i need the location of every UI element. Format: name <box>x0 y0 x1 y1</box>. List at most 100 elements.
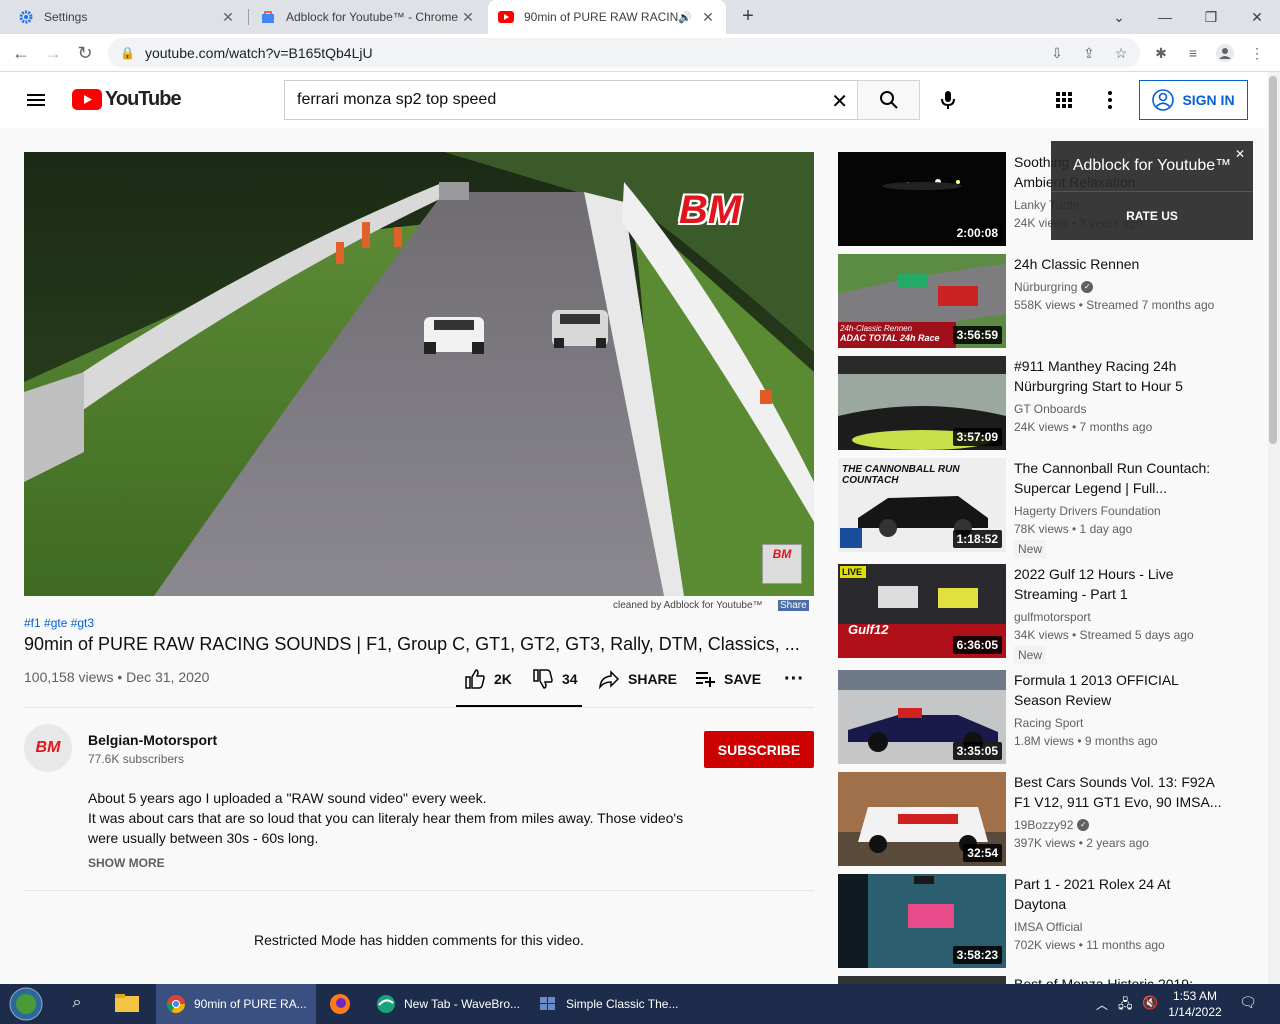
recommendation-meta: 702K views • 11 months ago <box>1014 938 1165 952</box>
system-clock[interactable]: 1:53 AM 1/14/2022 <box>1164 988 1226 1020</box>
recommendation-item[interactable]: 3:58:23 Part 1 - 2021 Rolex 24 At Dayton… <box>838 874 1258 968</box>
more-actions-button[interactable]: ··· <box>784 668 804 691</box>
dislike-button[interactable]: 34 <box>532 668 578 690</box>
like-count: 2K <box>494 671 512 687</box>
extensions-icon[interactable]: ✱ <box>1148 40 1174 66</box>
close-tab-icon[interactable]: ✕ <box>220 9 236 26</box>
close-tab-icon[interactable]: ✕ <box>700 9 716 26</box>
title-line: Formula 1 2013 OFFICIAL <box>1014 672 1179 688</box>
browser-tab-strip: Settings ✕ Adblock for Youtube™ - Chrome… <box>0 0 1280 34</box>
video-thumbnail[interactable]: 2:00:08 <box>838 152 1006 246</box>
search-input[interactable]: ferrari monza sp2 top speed ✕ <box>284 80 858 120</box>
restore-button[interactable]: ❐ <box>1188 0 1234 34</box>
file-explorer-icon[interactable] <box>114 992 144 1016</box>
recommendation-title[interactable]: Best of Monza Historic 2019: <box>1014 976 1244 984</box>
hamburger-menu-icon[interactable] <box>24 88 48 112</box>
tab-search-icon[interactable]: ⌄ <box>1096 0 1142 34</box>
video-thumbnail[interactable] <box>838 976 1006 984</box>
video-thumbnail[interactable]: 3:58:23 <box>838 874 1006 968</box>
hashtags-link[interactable]: #f1 #gte #gt3 <box>24 616 94 630</box>
divider <box>1051 191 1253 192</box>
recommendation-title: 2022 Gulf 12 Hours - Live Streaming - Pa… <box>1014 564 1224 604</box>
channel-avatar[interactable]: BM <box>24 724 72 772</box>
recommendation-channel[interactable]: Racing Sport <box>1014 716 1083 730</box>
address-bar[interactable]: 🔒 youtube.com/watch?v=B165tQb4LjU <box>108 38 1140 68</box>
recommendation-channel[interactable]: Hagerty Drivers Foundation <box>1014 504 1161 518</box>
forward-button[interactable]: → <box>38 38 68 68</box>
media-controls-icon[interactable]: ≡ <box>1180 40 1206 66</box>
firefox-icon[interactable] <box>322 992 358 1016</box>
video-thumbnail[interactable]: 3:35:05 <box>838 670 1006 764</box>
reload-button[interactable]: ↻ <box>70 38 100 68</box>
share-button[interactable]: SHARE <box>598 668 677 690</box>
video-thumbnail[interactable]: THE CANNONBALL RUN COUNTACH 1:18:52 <box>838 458 1006 552</box>
sign-in-button[interactable]: SIGN IN <box>1139 80 1248 120</box>
channel-watermark-logo[interactable]: BM <box>762 544 802 584</box>
recommendation-item[interactable]: THE CANNONBALL RUN COUNTACH 1:18:52 The … <box>838 458 1258 558</box>
new-tab-button[interactable]: + <box>736 6 760 28</box>
subscribe-button[interactable]: SUBSCRIBE <box>704 731 814 768</box>
recommendation-meta: 1.8M views • 9 months ago <box>1014 734 1158 748</box>
recommendation-item[interactable]: LIVE Gulf12 6:36:05 2022 Gulf 12 Hours -… <box>838 564 1258 664</box>
taskbar-item-wavebrowser[interactable]: New Tab - WaveBro... <box>366 984 526 1024</box>
back-button[interactable]: ← <box>6 38 36 68</box>
description-line: It was about cars that are so loud that … <box>88 810 684 826</box>
video-thumbnail[interactable]: LIVE Gulf12 6:36:05 <box>838 564 1006 658</box>
show-more-button[interactable]: SHOW MORE <box>88 856 165 870</box>
rate-us-button[interactable]: RATE US <box>1051 209 1253 223</box>
recommendation-channel[interactable]: 19Bozzy92 ✓ <box>1014 818 1090 832</box>
thumb-text: ADAC TOTAL 24h Race <box>840 333 940 343</box>
start-button[interactable] <box>6 987 46 1021</box>
video-player[interactable]: BM BM <box>24 152 814 596</box>
recommendation-channel[interactable]: IMSA Official <box>1014 920 1082 934</box>
taskbar-item-chrome[interactable]: 90min of PURE RA... <box>156 984 316 1024</box>
comments-restricted-notice: Restricted Mode has hidden comments for … <box>254 932 584 948</box>
close-window-button[interactable]: ✕ <box>1234 0 1280 34</box>
network-icon[interactable]: 🖧 <box>1118 995 1133 1017</box>
tab-settings[interactable]: Settings ✕ <box>8 0 246 34</box>
profile-icon[interactable] <box>1212 40 1238 66</box>
speaker-icon[interactable]: 🔊 <box>678 11 692 24</box>
recommendation-item[interactable]: 24h-Classic Rennen ADAC TOTAL 24h Race 3… <box>838 254 1258 348</box>
share-icon[interactable]: ⇪ <box>1076 40 1102 66</box>
like-button[interactable]: 2K <box>464 668 512 690</box>
recommendation-meta: 78K views • 1 day ago <box>1014 522 1133 536</box>
search-button[interactable] <box>857 80 920 120</box>
video-thumbnail[interactable]: 24h-Classic Rennen ADAC TOTAL 24h Race 3… <box>838 254 1006 348</box>
recommendation-item[interactable]: 3:35:05 Formula 1 2013 OFFICIAL Season R… <box>838 670 1258 764</box>
scrollbar-thumb[interactable] <box>1269 76 1277 444</box>
notifications-icon[interactable]: 🗨 <box>1236 994 1260 1014</box>
show-hidden-icons[interactable]: ︿ <box>1096 996 1108 1013</box>
minimize-button[interactable]: — <box>1142 0 1188 34</box>
install-icon[interactable]: ⇩ <box>1044 40 1070 66</box>
recommendation-channel[interactable]: GT Onboards <box>1014 402 1086 416</box>
video-thumbnail[interactable]: 3:57:09 <box>838 356 1006 450</box>
channel-name[interactable]: Belgian-Motorsport <box>88 732 217 748</box>
dislike-count: 34 <box>562 671 578 687</box>
save-button[interactable]: SAVE <box>694 668 761 690</box>
share-badge-button[interactable]: Share <box>778 600 809 611</box>
recommendation-item[interactable]: 3:57:09 #911 Manthey Racing 24h Nürburgr… <box>838 356 1258 450</box>
recommendation-item[interactable]: 32:54 Best Cars Sounds Vol. 13: F92A F1 … <box>838 772 1258 866</box>
settings-more-icon[interactable] <box>1098 88 1122 112</box>
recommendation-channel[interactable]: gulfmotorsport <box>1014 610 1091 624</box>
video-thumbnail[interactable]: 32:54 <box>838 772 1006 866</box>
recommendation-channel[interactable]: Nürburgring ✓ <box>1014 280 1094 294</box>
clear-search-icon[interactable]: ✕ <box>831 89 848 114</box>
apps-grid-icon[interactable] <box>1052 88 1076 112</box>
more-horiz-icon: ··· <box>784 668 804 690</box>
taskbar-item-classic-theme[interactable]: Simple Classic The... <box>528 984 680 1024</box>
volume-muted-icon[interactable]: 🔇 <box>1142 995 1158 1011</box>
tab-youtube[interactable]: 90min of PURE RAW RACING 🔊 ✕ <box>488 0 726 34</box>
thumb-text: THE CANNONBALL RUN COUNTACH <box>842 464 960 486</box>
title-line: Nürburgring Start to Hour 5 <box>1014 378 1183 394</box>
voice-search-button[interactable] <box>936 88 960 112</box>
search-taskbar-icon[interactable]: ⌕ <box>62 994 92 1014</box>
video-description: About 5 years ago I uploaded a "RAW soun… <box>88 788 728 848</box>
youtube-logo[interactable]: YouTube <box>72 88 182 111</box>
tab-adblock[interactable]: Adblock for Youtube™ - Chrome We ✕ <box>250 0 486 34</box>
title-line: Part 1 - 2021 Rolex 24 At <box>1014 876 1171 892</box>
close-tab-icon[interactable]: ✕ <box>460 9 476 26</box>
bookmark-star-icon[interactable]: ☆ <box>1108 40 1134 66</box>
chrome-menu-icon[interactable]: ⋮ <box>1244 40 1270 66</box>
